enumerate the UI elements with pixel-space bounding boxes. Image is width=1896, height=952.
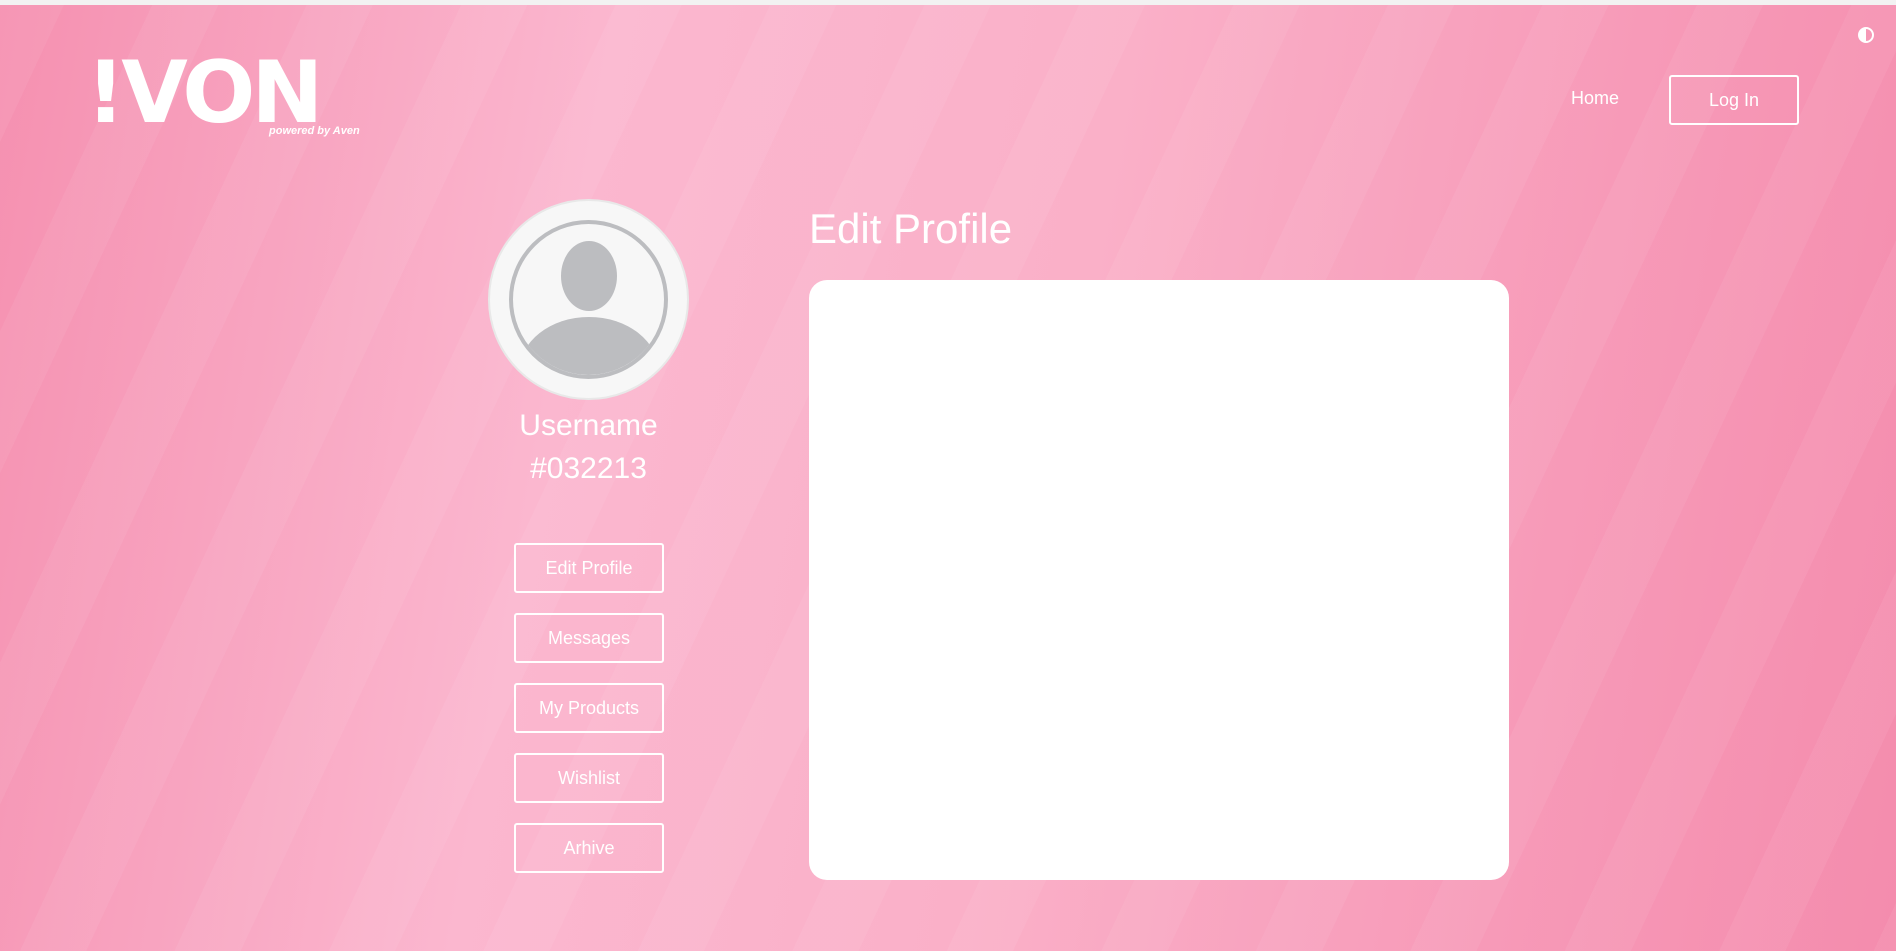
nav-home-link[interactable]: Home [1571, 88, 1619, 109]
logo[interactable]: !VON powered by Aven [86, 43, 360, 143]
my-products-button[interactable]: My Products [514, 683, 664, 733]
page-title: Edit Profile [809, 205, 1013, 252]
user-id: #032213 [530, 452, 647, 485]
page: !VON powered by Aven Home Log In Usernam… [0, 0, 1896, 952]
username: Username [519, 409, 658, 442]
archive-button[interactable]: Arhive [514, 823, 664, 873]
theme-toggle-icon[interactable] [1858, 27, 1874, 43]
profile-side-menu: Edit Profile Messages My Products Wishli… [514, 543, 664, 893]
edit-profile-button[interactable]: Edit Profile [514, 543, 664, 593]
wishlist-button[interactable]: Wishlist [514, 753, 664, 803]
user-avatar-icon [509, 220, 668, 379]
messages-button[interactable]: Messages [514, 613, 664, 663]
edit-profile-panel [809, 280, 1509, 880]
login-button[interactable]: Log In [1669, 75, 1799, 125]
top-border [0, 0, 1896, 5]
avatar[interactable] [488, 199, 689, 400]
avatar-head-shape [561, 241, 617, 311]
logo-text: !VON [86, 43, 323, 143]
avatar-body-shape [519, 317, 659, 375]
logo-tagline: powered by Aven [269, 125, 360, 137]
